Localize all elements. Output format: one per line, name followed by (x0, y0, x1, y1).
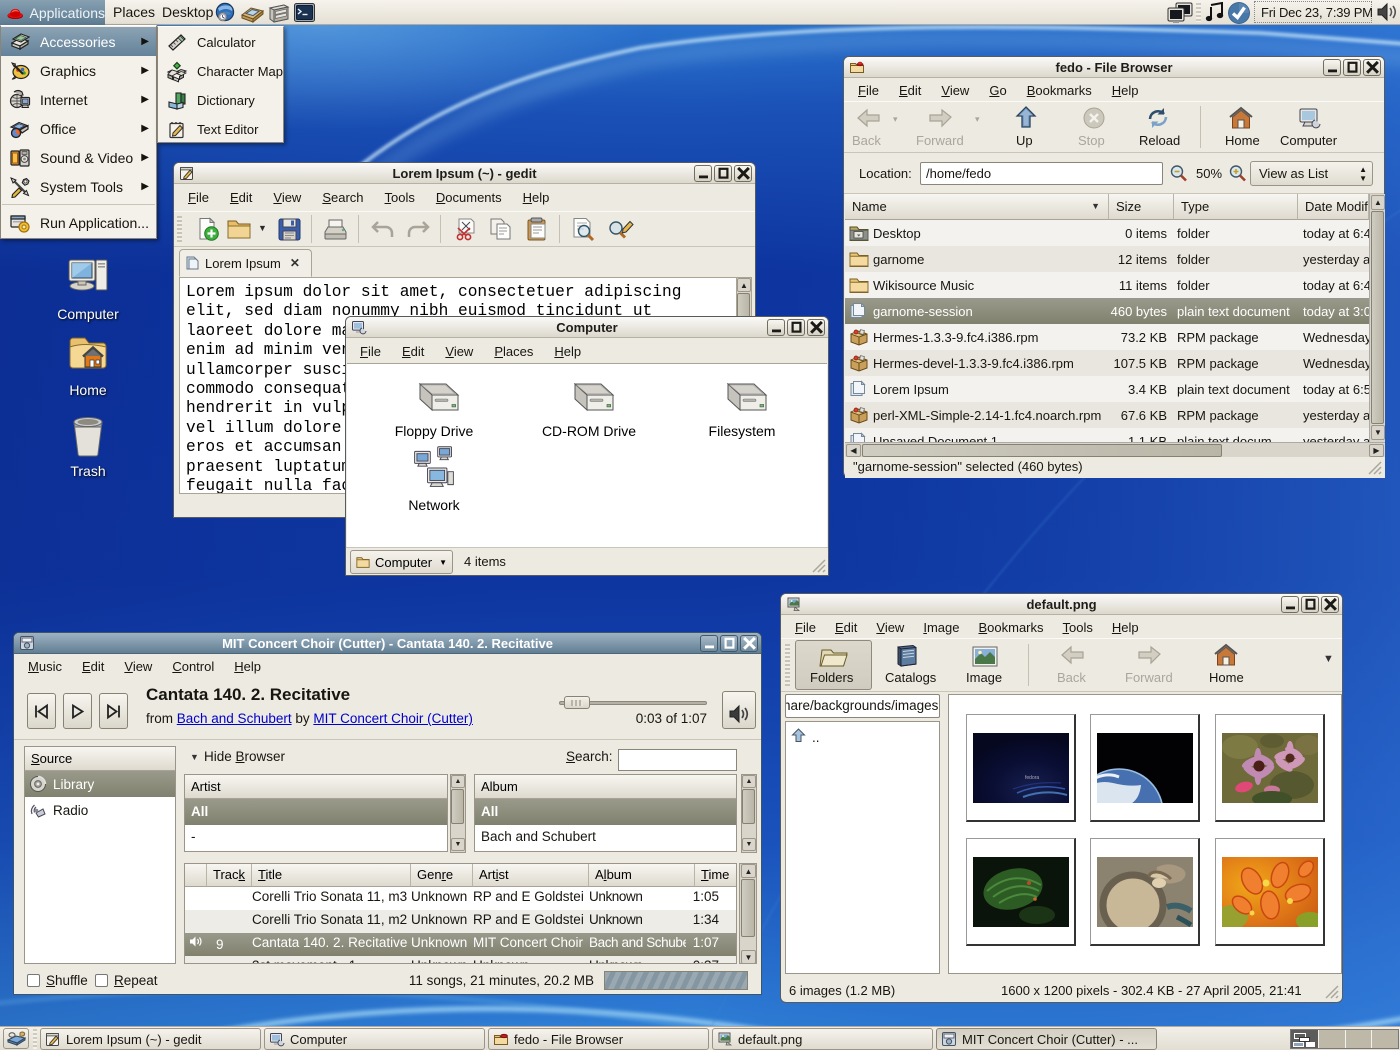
svg-text:fedora: fedora (1025, 775, 1039, 781)
